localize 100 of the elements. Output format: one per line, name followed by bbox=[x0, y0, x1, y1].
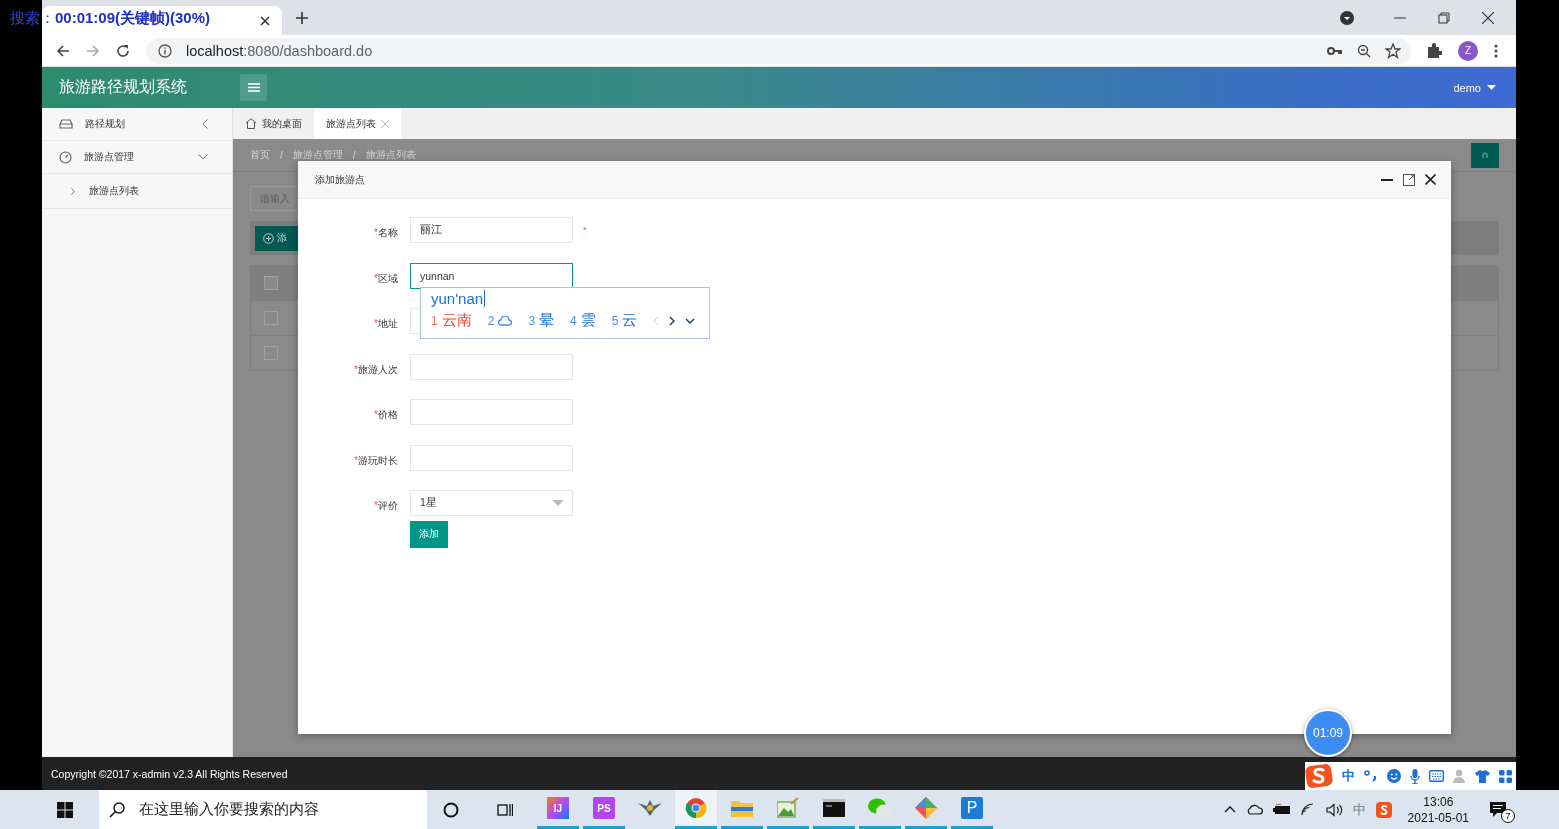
breadcrumb-separator: / bbox=[352, 149, 356, 161]
close-icon[interactable] bbox=[1425, 174, 1436, 185]
sidebar-item[interactable]: 路径规划 bbox=[42, 108, 232, 141]
select-field[interactable]: 1星 bbox=[410, 490, 573, 516]
recording-search-overlay: 搜索：00:01:09(关键帧)(30%) bbox=[10, 9, 211, 28]
input-field[interactable] bbox=[410, 399, 573, 425]
field-label: *旅游人次 bbox=[353, 362, 398, 377]
menu-icon bbox=[247, 83, 260, 92]
cortana-icon[interactable] bbox=[443, 801, 459, 818]
winged-shield-icon bbox=[638, 800, 662, 816]
chevron-down-icon[interactable] bbox=[685, 317, 696, 324]
sidebar-item[interactable]: 旅游点管理 bbox=[42, 141, 232, 174]
ime-mode-toggle[interactable]: 中 bbox=[1342, 767, 1355, 785]
chevron-down-icon bbox=[198, 154, 208, 160]
dialog-title: 添加旅游点 bbox=[315, 172, 365, 187]
close-icon[interactable] bbox=[1482, 11, 1494, 24]
field-label: *区域 bbox=[373, 271, 398, 286]
microphone-icon[interactable] bbox=[1410, 768, 1420, 784]
user-menu[interactable]: demo bbox=[1453, 81, 1481, 94]
address-bar[interactable]: localhost:8080/dashboard.do bbox=[146, 37, 1411, 64]
puzzle-icon[interactable] bbox=[1427, 43, 1442, 58]
menu-icon[interactable] bbox=[1494, 43, 1498, 58]
restore-icon[interactable] bbox=[1438, 11, 1450, 24]
browser-tab[interactable] bbox=[42, 6, 282, 35]
sidebar-subitem[interactable]: 旅游点列表 bbox=[42, 174, 232, 209]
field-label: *价格 bbox=[373, 408, 398, 422]
windows-start-icon[interactable] bbox=[57, 801, 73, 818]
shirt-icon[interactable] bbox=[1475, 769, 1490, 783]
chevron-right-icon bbox=[71, 187, 75, 195]
sogou-icon[interactable] bbox=[1375, 801, 1392, 818]
close-icon[interactable] bbox=[260, 15, 270, 26]
app-title: 旅游路径规划系统 bbox=[59, 77, 188, 97]
chevron-up-icon[interactable] bbox=[1223, 806, 1236, 813]
notification-icon[interactable] bbox=[1489, 801, 1507, 818]
ime-candidate[interactable]: 3 晕 bbox=[528, 311, 555, 330]
clock-date[interactable]: 2021-05-01 bbox=[1407, 809, 1469, 826]
home-icon bbox=[245, 118, 257, 129]
page-tab[interactable]: 我的桌面 bbox=[233, 108, 314, 139]
taskbar-search-field[interactable]: 在这里输入你要搜索的内容 bbox=[99, 790, 427, 829]
sogou-logo-icon[interactable] bbox=[1305, 763, 1333, 789]
taskbar-app[interactable]: PS bbox=[583, 790, 625, 829]
field-label: *地址 bbox=[373, 317, 398, 331]
star-icon[interactable] bbox=[1385, 42, 1401, 59]
ime-candidate[interactable]: 2 bbox=[487, 313, 513, 328]
battery-icon[interactable] bbox=[1272, 804, 1291, 815]
notification-count: 7 bbox=[1501, 809, 1515, 823]
url-text: localhost:8080/dashboard.do bbox=[186, 42, 373, 59]
add-button[interactable]: 添加 bbox=[410, 520, 448, 548]
chrome-icon bbox=[685, 797, 707, 819]
grid-icon[interactable] bbox=[1499, 769, 1512, 783]
input-field[interactable]: 丽江 bbox=[410, 217, 573, 243]
clock-time[interactable]: 13:06 bbox=[1423, 793, 1454, 810]
chat-bubbles-icon bbox=[868, 798, 892, 818]
chevron-left-icon bbox=[202, 119, 208, 129]
smiley-icon[interactable] bbox=[1387, 769, 1401, 783]
chevron-right-icon[interactable] bbox=[669, 315, 676, 326]
field-label: *名称 bbox=[373, 226, 398, 240]
ime-candidate[interactable]: 4 雲 bbox=[570, 311, 596, 330]
maximize-icon[interactable] bbox=[1403, 173, 1415, 186]
ime-candidate[interactable]: 1 云南 bbox=[431, 311, 472, 330]
input-method-indicator[interactable]: 中 bbox=[1352, 800, 1366, 819]
punctuation-icon[interactable] bbox=[1364, 770, 1378, 782]
info-icon[interactable] bbox=[158, 43, 172, 58]
key-icon[interactable] bbox=[1327, 45, 1343, 56]
car-icon bbox=[59, 119, 73, 129]
minimize-icon[interactable] bbox=[1381, 178, 1393, 181]
input-field[interactable] bbox=[410, 353, 573, 380]
image-editor-icon bbox=[777, 798, 799, 818]
taskbar-app[interactable]: P bbox=[951, 790, 993, 829]
wifi-icon[interactable] bbox=[1300, 803, 1316, 816]
caret-icon bbox=[552, 500, 564, 506]
refresh-icon bbox=[1482, 152, 1488, 158]
field-label: *游玩时长 bbox=[353, 453, 398, 468]
copyright-text: Copyright ©2017 x-admin v2.3 All Rights Reserved bbox=[51, 767, 288, 780]
input-field[interactable] bbox=[410, 444, 573, 471]
back-icon[interactable] bbox=[56, 43, 70, 58]
terminal-icon bbox=[823, 799, 845, 817]
keyboard-icon[interactable] bbox=[1429, 770, 1444, 782]
taskbar-app[interactable]: IJ bbox=[537, 790, 579, 829]
checkbox[interactable] bbox=[264, 276, 278, 290]
zoom-out-icon[interactable] bbox=[1357, 43, 1371, 58]
menu-toggle-button[interactable] bbox=[240, 74, 267, 101]
ime-composition: yun'nan bbox=[431, 290, 486, 307]
ime-candidate[interactable]: 5 云 bbox=[611, 311, 638, 330]
tab-search-icon[interactable] bbox=[1340, 10, 1354, 25]
breadcrumb-separator: / bbox=[280, 149, 283, 161]
caret-icon bbox=[1487, 85, 1496, 90]
new-tab-icon[interactable] bbox=[296, 11, 308, 24]
task-view-icon[interactable] bbox=[497, 801, 513, 818]
profile-avatar[interactable]: Z bbox=[1458, 40, 1478, 61]
volume-icon[interactable] bbox=[1325, 802, 1343, 817]
field-label: *评价 bbox=[373, 499, 398, 513]
cloud-icon bbox=[498, 315, 513, 326]
cloud-icon[interactable] bbox=[1245, 804, 1263, 815]
page-tab[interactable]: 旅游点列表 bbox=[314, 108, 401, 139]
folder-icon bbox=[731, 799, 753, 817]
search-icon bbox=[109, 801, 125, 818]
reload-icon[interactable] bbox=[116, 43, 130, 58]
required-mark: * bbox=[583, 225, 587, 235]
plus-circle-icon bbox=[263, 232, 274, 244]
